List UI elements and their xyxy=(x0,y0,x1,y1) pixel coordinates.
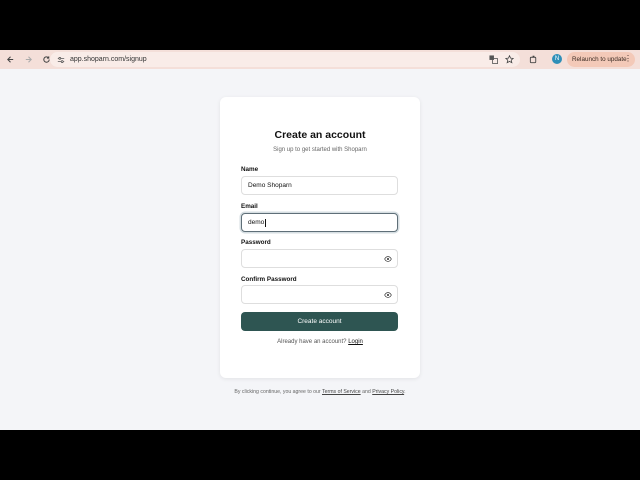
login-prompt-text: Already have an account? xyxy=(277,339,347,345)
relaunch-button[interactable]: Relaunch to update ⋮ xyxy=(567,52,635,67)
terms-of-service-link[interactable]: Terms of Service xyxy=(322,389,361,395)
create-account-button[interactable]: Create account xyxy=(241,312,398,331)
confirm-password-field[interactable] xyxy=(241,285,398,304)
extensions-icon[interactable] xyxy=(528,54,538,64)
browser-toolbar: app.shoparn.com/signup N Relaunch to upd… xyxy=(0,50,640,69)
menu-icon[interactable]: ⋮ xyxy=(624,54,632,64)
email-label: Email xyxy=(241,203,258,210)
login-link[interactable]: Login xyxy=(348,339,363,345)
translate-icon[interactable] xyxy=(488,54,498,64)
password-label: Password xyxy=(241,239,271,246)
text-cursor xyxy=(264,218,266,227)
site-info-icon[interactable] xyxy=(56,55,66,65)
terms-notice: By clicking continue, you agree to our T… xyxy=(230,389,410,396)
profile-avatar[interactable]: N xyxy=(552,54,562,64)
terms-and: and xyxy=(362,389,371,395)
forward-icon[interactable] xyxy=(22,54,34,66)
name-label: Name xyxy=(241,166,259,173)
name-value: Demo Shoparn xyxy=(248,182,292,189)
address-bar[interactable]: app.shoparn.com/signup xyxy=(50,52,520,67)
privacy-policy-link[interactable]: Privacy Policy xyxy=(372,389,404,395)
terms-prefix: By clicking continue, you agree to our xyxy=(234,389,321,395)
browser-window: app.shoparn.com/signup N Relaunch to upd… xyxy=(0,50,640,430)
terms-suffix: . xyxy=(404,389,406,395)
name-field[interactable]: Demo Shoparn xyxy=(241,176,398,195)
password-field[interactable] xyxy=(241,249,398,268)
confirm-password-label: Confirm Password xyxy=(241,276,297,283)
bookmark-star-icon[interactable] xyxy=(504,54,514,64)
login-prompt: Already have an account? Login xyxy=(220,339,420,345)
page-subtitle: Sign up to get started with Shoparn xyxy=(273,147,367,153)
email-field[interactable]: demo xyxy=(241,213,398,232)
show-password-eye-icon[interactable] xyxy=(384,255,392,263)
page-title: Create an account xyxy=(274,129,366,141)
url-text: app.shoparn.com/signup xyxy=(70,56,147,63)
email-value: demo xyxy=(248,219,265,226)
show-confirm-password-eye-icon[interactable] xyxy=(384,291,392,299)
back-icon[interactable] xyxy=(4,54,16,66)
signup-card: Create an account Sign up to get started… xyxy=(220,97,420,378)
relaunch-label: Relaunch to update xyxy=(572,56,627,63)
